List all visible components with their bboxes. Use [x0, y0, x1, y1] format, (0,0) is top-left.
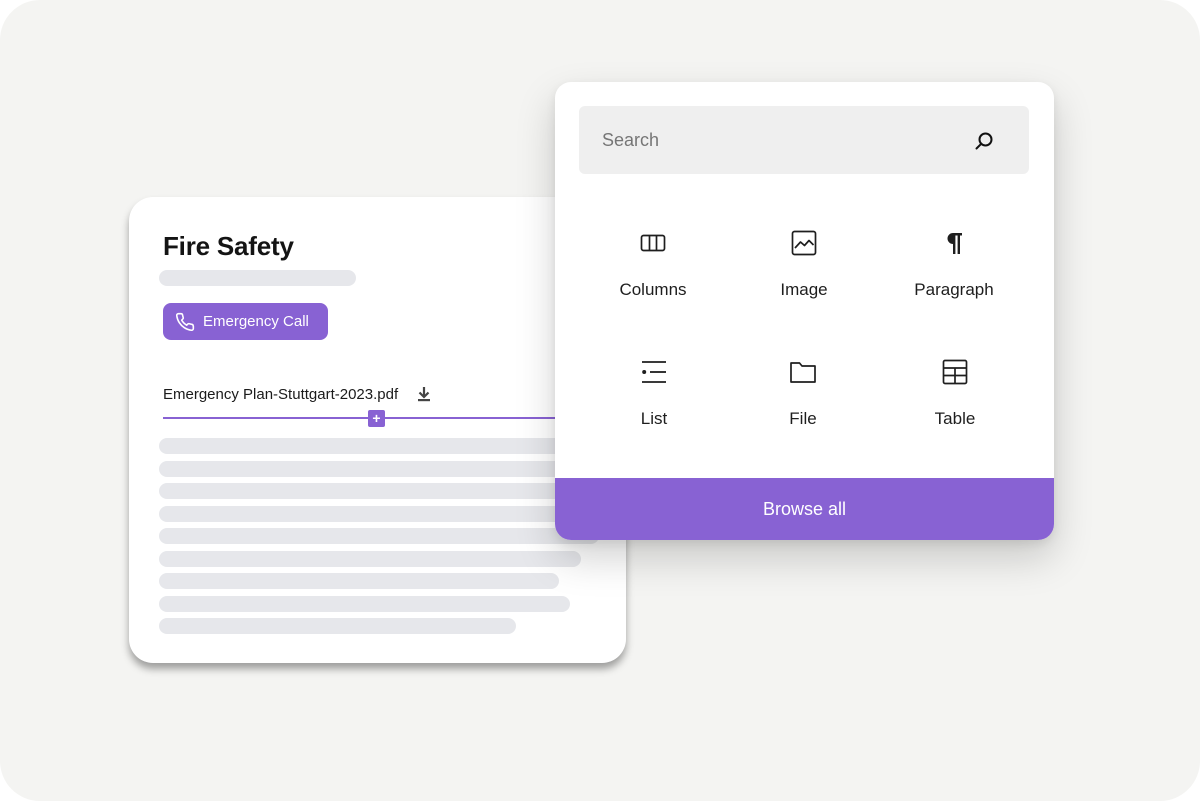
folder-icon — [789, 358, 817, 386]
document-card: Fire Safety Emergency Call Emergency Pla… — [129, 197, 626, 663]
search-box — [579, 106, 1029, 174]
text-line-placeholder — [159, 551, 581, 567]
phone-icon — [175, 312, 195, 332]
table-icon — [941, 358, 969, 386]
block-table[interactable]: Table — [880, 358, 1030, 458]
block-label: File — [789, 409, 817, 428]
block-file[interactable]: File — [728, 358, 878, 458]
text-line-placeholder — [159, 596, 570, 612]
paragraph-icon — [940, 229, 968, 257]
block-label: Image — [780, 280, 828, 299]
block-columns[interactable]: Columns — [578, 229, 728, 329]
text-line-placeholder — [159, 438, 599, 454]
text-line-placeholder — [159, 573, 559, 589]
emergency-call-button[interactable]: Emergency Call — [163, 303, 328, 340]
plus-icon[interactable]: + — [368, 410, 385, 427]
browse-all-button[interactable]: Browse all — [555, 478, 1054, 540]
attachment-filename[interactable]: Emergency Plan-Stuttgart-2023.pdf — [163, 386, 398, 403]
image-icon — [790, 229, 818, 257]
subtitle-placeholder — [159, 270, 356, 286]
text-line-placeholder — [159, 506, 599, 522]
block-label: Table — [934, 409, 976, 428]
block-image[interactable]: Image — [729, 229, 879, 329]
block-label: Columns — [619, 280, 687, 299]
text-line-placeholder — [159, 528, 599, 544]
text-line-placeholder — [159, 483, 599, 499]
text-line-placeholder — [159, 461, 599, 477]
block-label: List — [640, 409, 668, 428]
columns-icon — [639, 229, 667, 257]
search-icon[interactable] — [973, 130, 995, 152]
canvas-background: Fire Safety Emergency Call Emergency Pla… — [0, 0, 1200, 801]
block-list[interactable]: List — [579, 358, 729, 458]
page-title: Fire Safety — [163, 231, 294, 261]
emergency-call-label: Emergency Call — [203, 313, 309, 330]
search-input[interactable] — [579, 106, 982, 174]
text-line-placeholder — [159, 618, 516, 634]
block-label: Paragraph — [914, 280, 994, 299]
list-icon — [640, 358, 668, 386]
block-paragraph[interactable]: Paragraph — [879, 229, 1029, 329]
attachment-row: Emergency Plan-Stuttgart-2023.pdf — [163, 384, 434, 404]
block-picker-popup: Columns Image Paragraph — [555, 82, 1054, 540]
download-icon[interactable] — [414, 384, 434, 404]
